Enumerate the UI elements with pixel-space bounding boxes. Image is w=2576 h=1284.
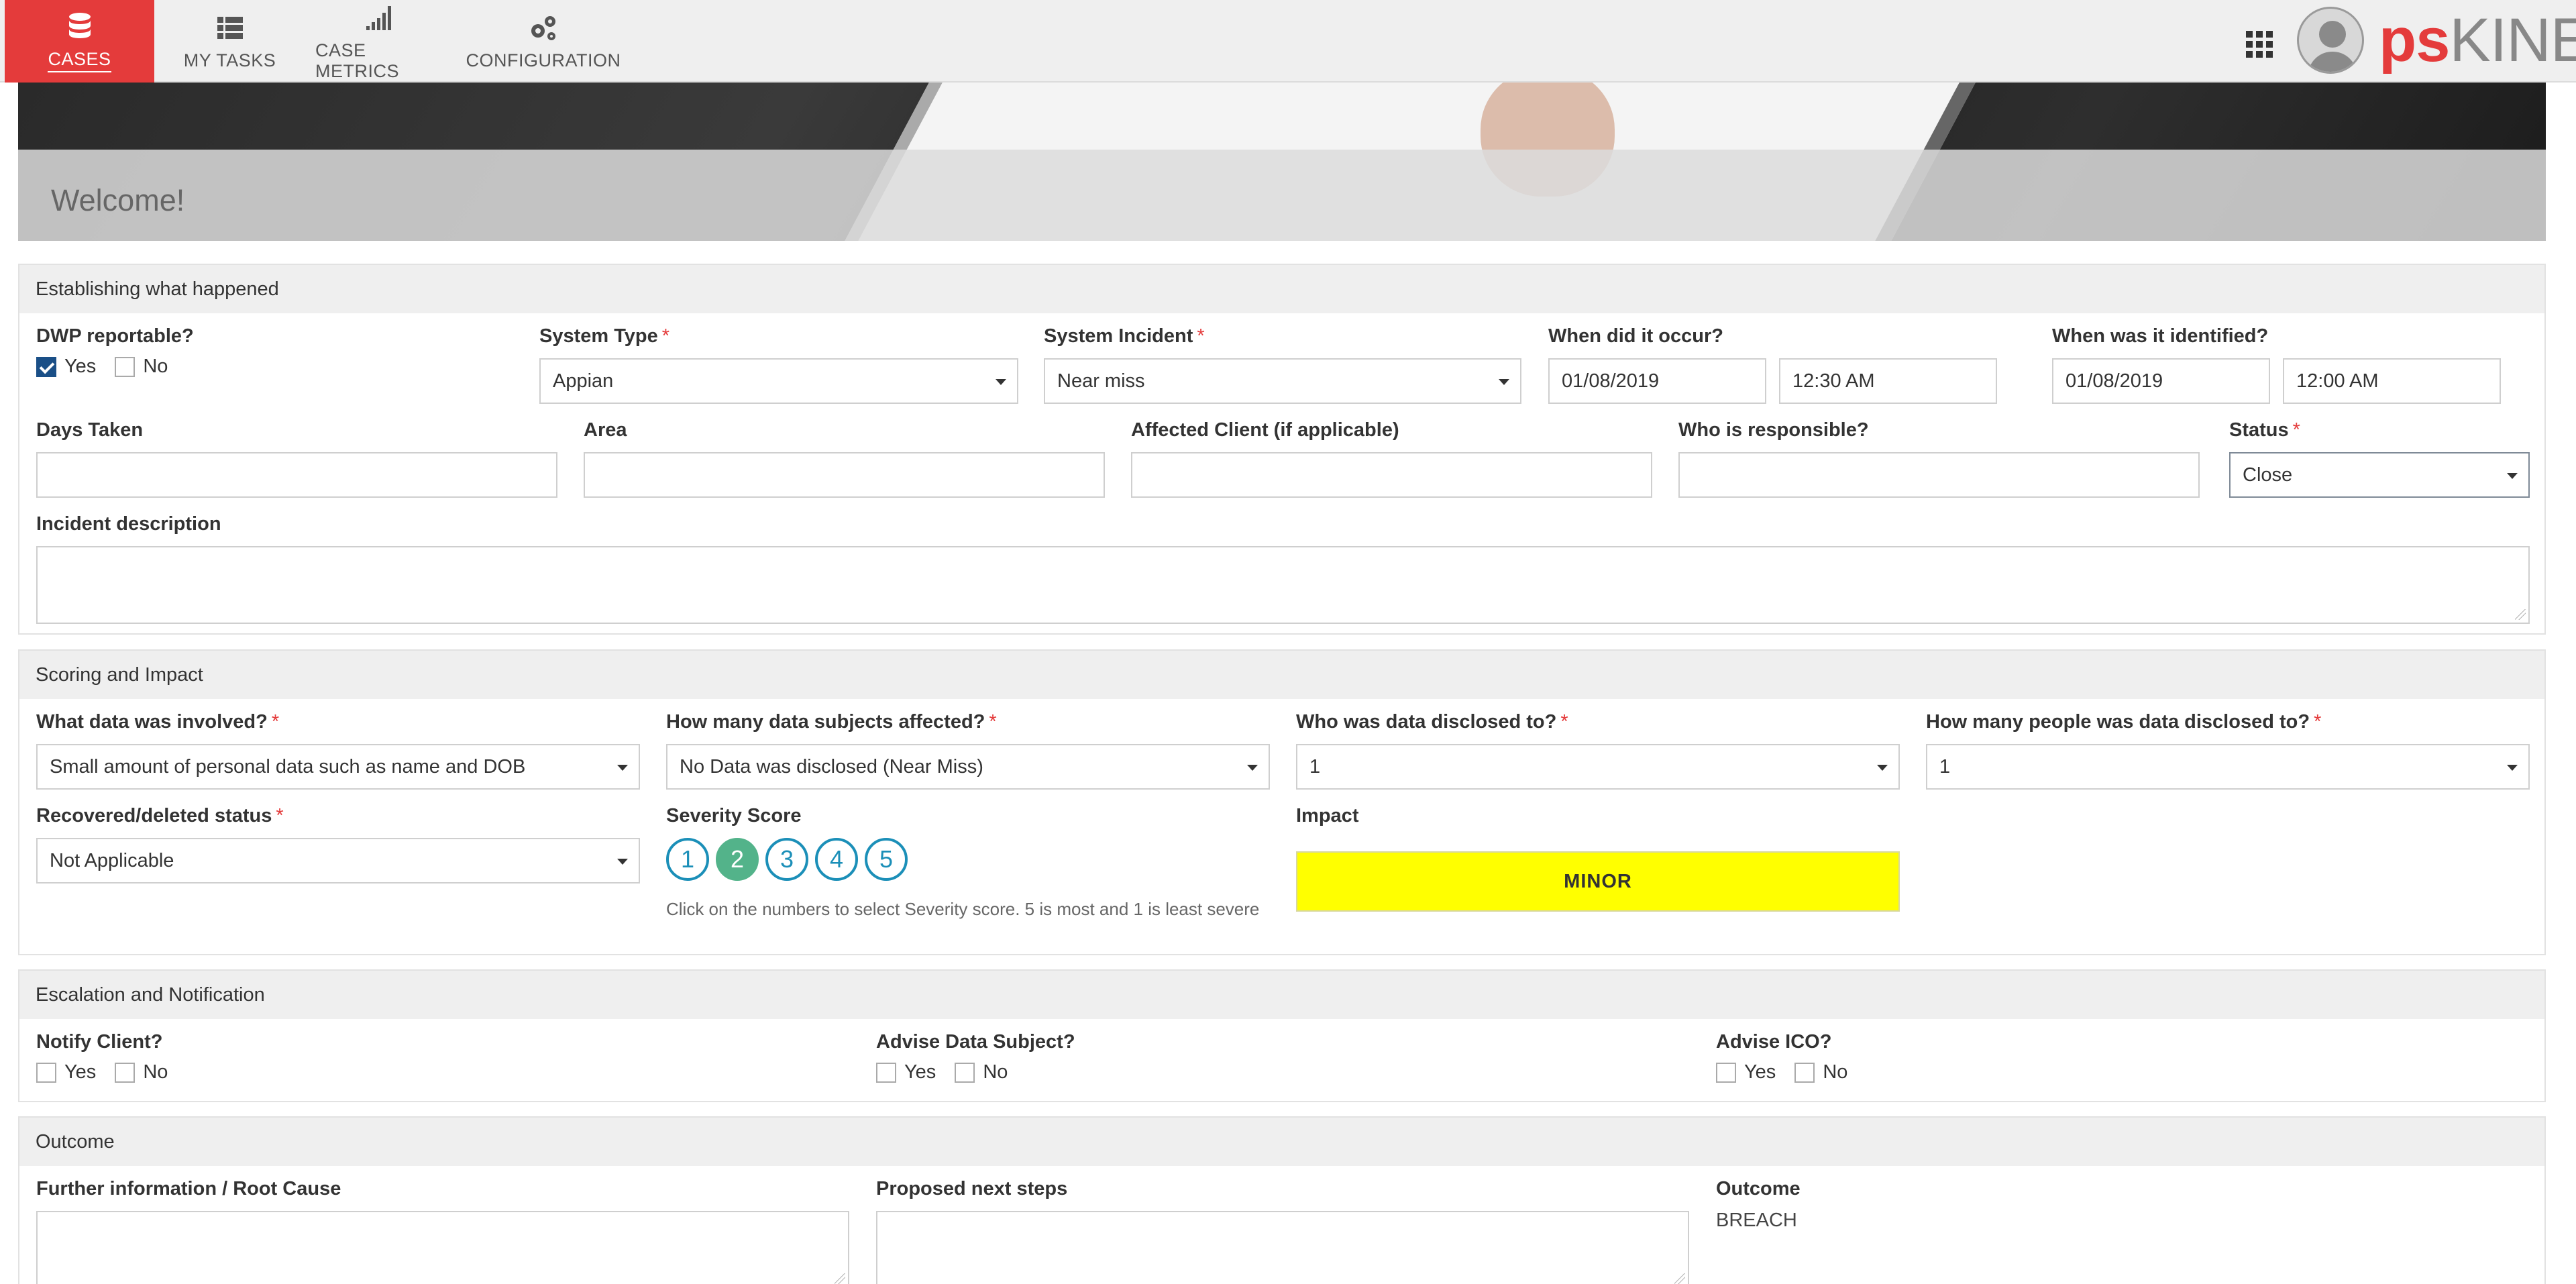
data-involved-select[interactable]: Small amount of personal data such as na… xyxy=(36,744,640,790)
recovered-status-select[interactable]: Not Applicable xyxy=(36,838,640,884)
advise-subject-label: Advise Data Subject? xyxy=(876,1031,1075,1053)
disclosed-to-label: Who was data disclosed to? xyxy=(1296,711,1557,733)
status-select[interactable]: Close xyxy=(2229,452,2530,498)
system-incident-field: System Incident * xyxy=(1044,325,1205,347)
identified-time-input[interactable]: 12:00 AM xyxy=(2283,358,2501,404)
affected-client-input[interactable] xyxy=(1131,452,1652,498)
system-type-field: System Type * xyxy=(539,325,670,347)
tab-my-tasks[interactable]: MY TASKS xyxy=(168,0,292,83)
disclosed-to-select[interactable]: 1 xyxy=(1296,744,1900,790)
advise-ico-label: Advise ICO? xyxy=(1716,1031,1832,1053)
identified-date-input[interactable]: 01/08/2019 xyxy=(2052,358,2270,404)
dwp-yes-checkbox[interactable] xyxy=(36,356,56,377)
who-responsible-label: Who is responsible? xyxy=(1678,419,1869,441)
next-steps-textarea[interactable] xyxy=(876,1211,1689,1284)
advise-subject-yes-checkbox[interactable] xyxy=(876,1062,896,1083)
advise-ico-no-checkbox[interactable] xyxy=(1794,1062,1815,1083)
severity-option-2[interactable]: 2 xyxy=(716,838,759,881)
occur-date-input[interactable]: 01/08/2019 xyxy=(1548,358,1766,404)
advise-ico-field: Advise ICO? Yes No xyxy=(1716,1031,1866,1083)
data-involved-label: What data was involved? xyxy=(36,711,268,733)
section-outcome: Outcome Further information / Root Cause… xyxy=(18,1116,2546,1284)
advise-subject-no-checkbox[interactable] xyxy=(955,1062,975,1083)
when-occur-field: When did it occur? xyxy=(1548,325,1723,347)
affected-client-label: Affected Client (if applicable) xyxy=(1131,419,1399,441)
severity-score-label: Severity Score xyxy=(666,805,802,826)
tab-cases[interactable]: CASES xyxy=(5,0,154,83)
section-title: Establishing what happened xyxy=(19,265,2544,313)
area-label: Area xyxy=(584,419,627,441)
section-escalation: Escalation and Notification Notify Clien… xyxy=(18,969,2546,1102)
notify-client-yes-checkbox[interactable] xyxy=(36,1062,56,1083)
severity-option-5[interactable]: 5 xyxy=(865,838,908,881)
when-identified-field: When was it identified? xyxy=(2052,325,2268,347)
pskinetic-logo: psKINETIC xyxy=(2379,7,2576,74)
status-label: Status xyxy=(2229,419,2289,441)
tab-my-tasks-label: MY TASKS xyxy=(183,50,276,70)
incident-description-textarea[interactable] xyxy=(36,546,2530,624)
user-avatar[interactable] xyxy=(2297,7,2364,74)
recovered-status-label: Recovered/deleted status xyxy=(36,805,272,826)
notify-client-no-checkbox[interactable] xyxy=(115,1062,136,1083)
section-scoring-impact: Scoring and Impact What data was involve… xyxy=(18,649,2546,955)
dwp-no-checkbox[interactable] xyxy=(115,356,136,377)
impact-badge: MINOR xyxy=(1296,851,1900,912)
welcome-banner: Welcome! xyxy=(18,83,2546,241)
gears-icon xyxy=(529,11,558,45)
tab-cases-label: CASES xyxy=(48,49,111,72)
advise-subject-field: Advise Data Subject? Yes No xyxy=(876,1031,1075,1083)
outcome-label: Outcome xyxy=(1716,1178,1801,1199)
advise-ico-yes-checkbox[interactable] xyxy=(1716,1062,1736,1083)
severity-option-1[interactable]: 1 xyxy=(666,838,709,881)
occur-time-input[interactable]: 12:30 AM xyxy=(1779,358,1997,404)
notify-client-label: Notify Client? xyxy=(36,1031,163,1053)
people-disclosed-label: How many people was data disclosed to? xyxy=(1926,711,2310,733)
tab-configuration-label: CONFIGURATION xyxy=(466,50,621,70)
outcome-value: BREACH xyxy=(1716,1210,1797,1231)
people-disclosed-select[interactable]: 1 xyxy=(1926,744,2530,790)
severity-option-4[interactable]: 4 xyxy=(815,838,858,881)
tab-configuration[interactable]: CONFIGURATION xyxy=(466,0,621,83)
section-title: Scoring and Impact xyxy=(19,651,2544,699)
incident-description-label: Incident description xyxy=(36,513,221,535)
tab-case-metrics[interactable]: CASE METRICS xyxy=(315,0,444,83)
section-title: Outcome xyxy=(19,1118,2544,1166)
impact-label: Impact xyxy=(1296,805,1359,826)
days-taken-input[interactable] xyxy=(36,452,557,498)
database-icon xyxy=(68,10,91,44)
dwp-reportable-field: DWP reportable? Yes No xyxy=(36,325,194,377)
severity-help-text: Click on the numbers to select Severity … xyxy=(666,899,1260,919)
subjects-affected-label: How many data subjects affected? xyxy=(666,711,985,733)
next-steps-label: Proposed next steps xyxy=(876,1178,1068,1199)
area-input[interactable] xyxy=(584,452,1105,498)
signal-bars-icon xyxy=(366,1,393,35)
who-responsible-input[interactable] xyxy=(1678,452,2200,498)
top-navigation: CASES MY TASKS CASE METRICS CONFIGURATIO… xyxy=(0,0,2576,83)
subjects-affected-select[interactable]: No Data was disclosed (Near Miss) xyxy=(666,744,1270,790)
section-title: Escalation and Notification xyxy=(19,971,2544,1019)
further-info-textarea[interactable] xyxy=(36,1211,849,1284)
list-icon xyxy=(217,11,243,45)
welcome-title: Welcome! xyxy=(51,183,185,217)
section-establishing: Establishing what happened DWP reportabl… xyxy=(18,264,2546,635)
when-occur-label: When did it occur? xyxy=(1548,325,1723,347)
when-identified-label: When was it identified? xyxy=(2052,325,2269,347)
days-taken-label: Days Taken xyxy=(36,419,144,441)
dwp-reportable-label: DWP reportable? xyxy=(36,325,194,347)
notify-client-field: Notify Client? Yes No xyxy=(36,1031,186,1083)
tab-case-metrics-label: CASE METRICS xyxy=(315,40,399,81)
app-grid-icon[interactable] xyxy=(2246,31,2273,58)
severity-score-picker: 1 2 3 4 5 xyxy=(666,838,914,881)
severity-option-3[interactable]: 3 xyxy=(765,838,808,881)
system-incident-select[interactable]: Near miss xyxy=(1044,358,1521,404)
system-incident-label: System Incident xyxy=(1044,325,1193,347)
further-info-label: Further information / Root Cause xyxy=(36,1178,341,1199)
system-type-select[interactable]: Appian xyxy=(539,358,1018,404)
system-type-label: System Type xyxy=(539,325,658,347)
